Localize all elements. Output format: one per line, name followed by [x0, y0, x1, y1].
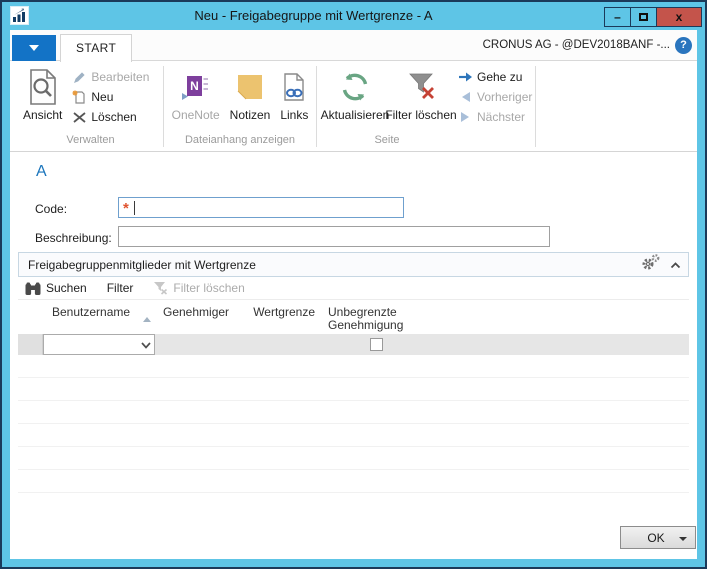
suchen-button[interactable]: Suchen	[25, 281, 87, 295]
window-controls: – x	[604, 7, 702, 27]
wertgrenze-cell	[250, 334, 320, 355]
ok-button-label: OK	[647, 530, 665, 545]
maximize-icon	[639, 13, 648, 21]
collapse-chevron-icon[interactable]	[670, 256, 681, 274]
group-label-seite: Seite	[374, 134, 400, 146]
help-icon[interactable]: ?	[675, 37, 692, 54]
loeschen-button[interactable]: Löschen	[67, 107, 153, 127]
close-button[interactable]: x	[656, 7, 702, 27]
notizen-button[interactable]: Notizen	[225, 65, 276, 122]
pencil-icon	[71, 71, 87, 84]
column-header-genehmiger[interactable]: Genehmiger	[155, 306, 250, 334]
previous-arrow-icon	[457, 91, 473, 103]
close-icon: x	[675, 10, 683, 24]
refresh-icon	[340, 66, 370, 108]
subform-filter-loeschen-button: Filter löschen	[153, 281, 245, 295]
minimize-button[interactable]: –	[604, 7, 631, 27]
text-caret	[133, 200, 135, 215]
ribbon: Ansicht Bearbeiten Neu Löschen Verwalten…	[10, 61, 697, 152]
code-input[interactable]: *	[118, 197, 404, 218]
svg-text:N: N	[190, 79, 199, 93]
chevron-down-icon	[29, 45, 39, 51]
title-bar[interactable]: Neu - Freigabegruppe mit Wertgrenze - A …	[2, 2, 705, 30]
beschreibung-field-label: Beschreibung:	[35, 231, 112, 245]
delete-x-icon	[71, 111, 87, 124]
empty-grid-row	[18, 447, 689, 470]
links-button[interactable]: Links	[275, 65, 313, 122]
cell-dropdown-chevron-icon[interactable]	[141, 336, 151, 354]
clear-filter-icon	[407, 66, 435, 108]
filter-button[interactable]: Filter	[107, 281, 134, 295]
tab-start[interactable]: START	[60, 34, 133, 62]
window-content: START CRONUS AG - @DEV2018BANF -... ? An…	[10, 30, 697, 559]
goto-arrow-icon	[457, 71, 473, 83]
page-title: A	[36, 163, 47, 180]
subform-header[interactable]: Freigabegruppenmitglieder mit Wertgrenze	[18, 252, 689, 277]
bearbeiten-button: Bearbeiten	[67, 67, 153, 87]
link-document-icon	[282, 66, 306, 108]
neu-button[interactable]: Neu	[67, 87, 153, 107]
ribbon-group-seite: Aktualisieren Filter löschen Gehe zu Vor…	[317, 61, 535, 151]
empty-grid-row	[18, 401, 689, 424]
empty-grid-row	[18, 378, 689, 401]
table-row	[18, 334, 689, 355]
unbegrenzte-genehmigung-checkbox[interactable]	[369, 338, 383, 351]
group-label-verwalten: Verwalten	[66, 134, 115, 146]
sticky-note-icon	[237, 66, 263, 108]
required-asterisk-icon: *	[123, 200, 129, 217]
nav-window: Neu - Freigabegruppe mit Wertgrenze - A …	[0, 0, 707, 569]
sort-ascending-icon	[143, 312, 151, 325]
onenote-icon: N	[181, 66, 210, 108]
column-header-wertgrenze[interactable]: Wertgrenze	[250, 306, 320, 334]
ansicht-button[interactable]: Ansicht	[18, 65, 67, 122]
ribbon-separator	[535, 66, 536, 147]
beschreibung-input[interactable]	[118, 226, 550, 247]
window-title: Neu - Freigabegruppe mit Wertgrenze - A	[194, 8, 433, 23]
gehe-zu-button[interactable]: Gehe zu	[453, 67, 536, 87]
vorheriger-button: Vorheriger	[453, 87, 536, 107]
row-selector[interactable]	[18, 334, 43, 355]
row-selector-header	[18, 306, 43, 334]
empty-grid-row	[18, 424, 689, 447]
next-arrow-icon	[457, 111, 473, 123]
empty-grid-row	[18, 470, 689, 493]
code-field-label: Code:	[35, 202, 68, 216]
dynamics-nav-app-icon	[10, 6, 29, 25]
column-header-benutzername[interactable]: Benutzername	[43, 306, 155, 334]
desktop-background: Neu - Freigabegruppe mit Wertgrenze - A …	[0, 0, 717, 581]
genehmiger-cell	[155, 334, 250, 355]
grid-column-headers: Benutzername Genehmiger Wertgrenze Unbeg…	[18, 300, 689, 334]
ribbon-group-dateianhang: N OneNote Notizen Links Dateianhang anze…	[164, 61, 316, 151]
application-menu-button[interactable]	[12, 35, 56, 61]
subform-title: Freigabegruppenmitglieder mit Wertgrenze	[28, 257, 256, 272]
ok-dropdown-icon[interactable]	[679, 537, 687, 541]
onenote-button: N OneNote	[167, 65, 225, 122]
aktualisieren-button[interactable]: Aktualisieren	[317, 65, 393, 122]
subform-toolbar: Suchen Filter Filter löschen	[18, 277, 689, 300]
ribbon-tab-bar: START CRONUS AG - @DEV2018BANF -... ?	[10, 30, 697, 62]
column-header-unbegrenzte-genehmigung[interactable]: Unbegrenzte Genehmigung	[320, 306, 432, 334]
minimize-icon: –	[614, 10, 621, 24]
binoculars-icon	[25, 282, 41, 295]
group-label-dateianhang: Dateianhang anzeigen	[184, 134, 296, 146]
maximize-button[interactable]	[630, 7, 657, 27]
unbegrenzte-genehmigung-cell	[320, 334, 432, 355]
view-document-icon	[28, 66, 58, 108]
customize-gears-icon[interactable]	[641, 253, 660, 276]
naechster-button: Nächster	[453, 107, 536, 127]
subform-freigabegruppenmitglieder: Freigabegruppenmitglieder mit Wertgrenze	[18, 252, 689, 493]
ok-button[interactable]: OK	[620, 526, 696, 549]
filter-loeschen-button[interactable]: Filter löschen	[385, 65, 457, 122]
empty-grid-row	[18, 355, 689, 378]
benutzername-cell-input[interactable]	[43, 334, 155, 355]
new-page-icon	[71, 90, 87, 104]
ribbon-group-verwalten: Ansicht Bearbeiten Neu Löschen Verwalten	[10, 61, 163, 151]
row-filler	[432, 334, 689, 355]
clear-filter-gray-icon	[153, 281, 168, 295]
company-indicator: CRONUS AG - @DEV2018BANF -...	[482, 39, 670, 51]
